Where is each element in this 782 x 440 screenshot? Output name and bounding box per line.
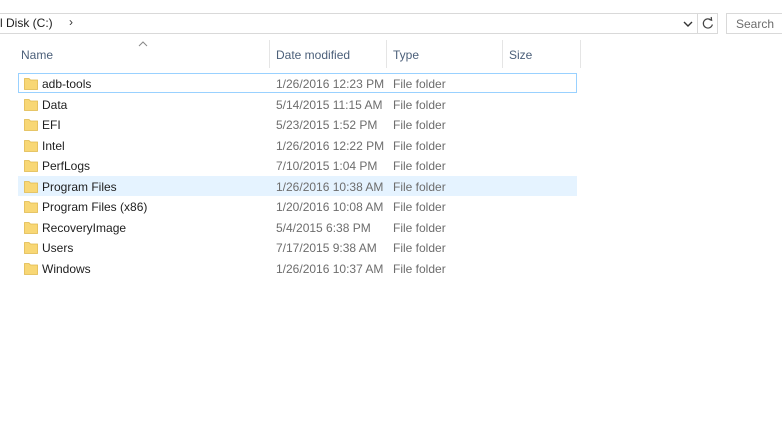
folder-icon: [24, 119, 38, 131]
file-type: File folder: [393, 179, 446, 194]
breadcrumb-separator-icon[interactable]: ›: [69, 15, 73, 29]
file-type: File folder: [393, 97, 446, 112]
column-header-type[interactable]: Type: [393, 48, 419, 62]
sort-up-icon: [138, 41, 148, 47]
file-name: RecoveryImage: [42, 220, 127, 235]
file-type: File folder: [393, 159, 446, 173]
breadcrumb-local-disk[interactable]: l Disk (C:): [0, 16, 53, 30]
file-type: File folder: [393, 200, 446, 214]
file-type: File folder: [393, 261, 446, 276]
column-header-size[interactable]: Size: [509, 48, 532, 62]
folder-icon: [24, 98, 38, 111]
search-box[interactable]: Search: [726, 13, 782, 34]
file-date-modified: 5/14/2015 11:15 AM: [276, 97, 383, 112]
file-date-modified: 5/4/2015 6:38 PM: [276, 220, 371, 235]
column-divider[interactable]: [580, 40, 581, 68]
file-row-program-files-x86[interactable]: Program Files (x86) 1/20/2016 10:08 AM F…: [18, 196, 577, 216]
file-type: File folder: [393, 118, 446, 132]
file-row-data[interactable]: Data 5/14/2015 11:15 AM File folder: [18, 94, 577, 114]
file-row-windows[interactable]: Windows 1/26/2016 10:37 AM File folder: [18, 258, 577, 278]
file-row-program-files[interactable]: Program Files 1/26/2016 10:38 AM File fo…: [18, 175, 577, 196]
file-name: Users: [42, 241, 74, 255]
file-name: Program Files (x86): [42, 200, 148, 214]
folder-icon: [24, 201, 38, 213]
folder-icon: [24, 262, 38, 275]
file-type: File folder: [393, 138, 446, 153]
file-row-recoveryimage[interactable]: RecoveryImage 5/4/2015 6:38 PM File fold…: [18, 217, 577, 237]
column-divider[interactable]: [386, 40, 387, 68]
file-date-modified: 7/17/2015 9:38 AM: [276, 241, 377, 255]
file-name: Program Files: [42, 179, 117, 194]
file-type: File folder: [393, 241, 446, 255]
folder-icon: [24, 180, 38, 193]
refresh-icon[interactable]: [697, 14, 718, 33]
chevron-down-icon[interactable]: [681, 17, 695, 31]
file-row-intel[interactable]: Intel 1/26/2016 12:22 PM File folder: [18, 135, 577, 155]
file-name: PerfLogs: [42, 159, 91, 173]
column-divider[interactable]: [502, 40, 503, 68]
file-date-modified: 1/26/2016 12:22 PM: [276, 138, 385, 153]
file-date-modified: 7/10/2015 1:04 PM: [276, 159, 378, 173]
file-name: Data: [42, 97, 68, 112]
folder-icon: [24, 242, 38, 254]
file-name: adb-tools: [42, 77, 92, 91]
folder-icon: [24, 221, 38, 234]
file-row-adb-tools[interactable]: adb-tools 1/26/2016 12:23 PM File folder: [18, 73, 577, 93]
file-row-users[interactable]: Users 7/17/2015 9:38 AM File folder: [18, 237, 577, 257]
file-date-modified: 1/26/2016 12:23 PM: [276, 77, 385, 91]
file-type: File folder: [393, 220, 446, 235]
file-date-modified: 1/26/2016 10:37 AM: [276, 261, 384, 276]
file-type: File folder: [393, 77, 446, 91]
folder-icon: [24, 78, 38, 90]
file-date-modified: 1/26/2016 10:38 AM: [276, 179, 384, 194]
file-date-modified: 5/23/2015 1:52 PM: [276, 118, 378, 132]
folder-icon: [24, 139, 38, 152]
file-row-efi[interactable]: EFI 5/23/2015 1:52 PM File folder: [18, 114, 577, 134]
column-header-name[interactable]: Name: [21, 48, 53, 62]
file-date-modified: 1/20/2016 10:08 AM: [276, 200, 384, 214]
search-placeholder: Search: [736, 17, 775, 31]
file-name: EFI: [42, 118, 61, 132]
file-name: Windows: [42, 261, 91, 276]
file-name: Intel: [42, 138, 65, 153]
address-bar[interactable]: l Disk (C:) ›: [0, 13, 718, 34]
column-header-date-modified[interactable]: Date modified: [276, 48, 350, 62]
column-divider[interactable]: [269, 40, 270, 68]
file-row-perflogs[interactable]: PerfLogs 7/10/2015 1:04 PM File folder: [18, 155, 577, 175]
column-headers: Name Date modified Type Size: [0, 40, 590, 70]
folder-icon: [24, 160, 38, 172]
